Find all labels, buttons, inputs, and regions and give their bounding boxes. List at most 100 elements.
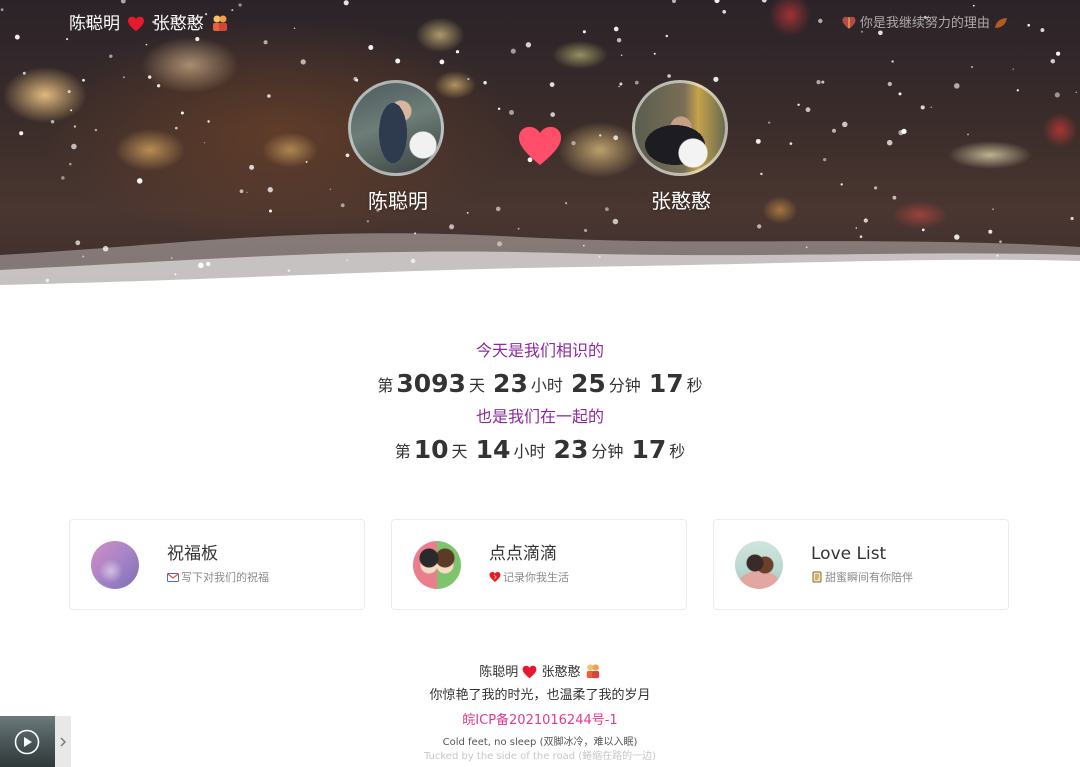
snowflake — [613, 135, 619, 141]
counter-together: 第 10 天 14 小时 23 分钟 17 秒 — [0, 432, 1080, 468]
heart-icon — [128, 16, 145, 32]
card-subtitle-text: 甜蜜瞬间有你陪伴 — [825, 571, 913, 584]
snowflake — [821, 80, 825, 84]
snowflake — [891, 60, 894, 63]
counter-minutes-unit: 分钟 — [591, 442, 624, 461]
brand-name-right: 张憨憨 — [152, 14, 204, 34]
snowflake — [345, 153, 350, 158]
tagline: 你是我继续努力的理由 — [842, 14, 1008, 34]
snowflake — [82, 78, 85, 82]
envelope-icon — [167, 573, 179, 582]
snowflake — [667, 74, 671, 78]
avatar-left[interactable] — [348, 80, 444, 176]
snowflake — [874, 186, 878, 190]
snowflake — [1054, 92, 1060, 98]
snowflake — [94, 128, 98, 132]
snowflake — [972, 4, 975, 7]
snowflake — [122, 76, 125, 79]
snowflake — [612, 218, 619, 225]
snowflake — [761, 0, 767, 3]
snowflake — [263, 40, 268, 45]
snowflake — [368, 45, 374, 50]
snowflake — [525, 42, 532, 48]
counter-hours: 14 — [475, 435, 511, 464]
card-blessing-board[interactable]: 祝福板 写下对我们的祝福 — [69, 519, 365, 610]
icp-link[interactable]: 皖ICP备2021016244号-1 — [462, 708, 617, 734]
snowflake — [238, 3, 242, 7]
lyric-line-current: Cold feet, no sleep (双脚冰冷，难以入眠) — [442, 737, 638, 748]
snowflake — [68, 162, 72, 166]
snowflake — [395, 58, 401, 64]
snowflake — [805, 107, 811, 113]
snowflake — [1056, 51, 1061, 56]
hero-name-left: 陈聪明 — [368, 189, 428, 213]
snowflake — [231, 9, 234, 12]
snowflake — [305, 160, 308, 163]
snowflake — [300, 59, 306, 65]
snowflake — [120, 0, 126, 4]
music-player — [0, 716, 71, 767]
snowflake — [180, 111, 184, 115]
card-subtitle-text: 记录你我生活 — [503, 571, 569, 584]
snowflake — [50, 120, 55, 124]
snowflake — [366, 220, 370, 223]
card-thumbnail — [413, 541, 461, 589]
counter-title-together: 也是我们在一起的 — [475, 407, 604, 426]
card-love-list[interactable]: Love List 甜蜜瞬间有你陪伴 — [713, 519, 1009, 610]
avatar-right[interactable] — [632, 80, 728, 176]
card-moments[interactable]: 点点滴滴 记录你我生活 — [391, 519, 687, 610]
footer-name-left: 陈聪明 — [479, 665, 519, 680]
snowflake — [954, 83, 960, 89]
player-expand-button[interactable] — [55, 716, 71, 767]
snowflake — [616, 37, 622, 43]
snowflake — [355, 78, 359, 82]
chevron-right-icon — [60, 737, 66, 747]
counter-prefix: 第 — [377, 376, 394, 395]
snowflake — [22, 71, 26, 75]
counter-hours-unit: 小时 — [513, 442, 546, 461]
snowflake — [109, 54, 113, 58]
snowflake — [886, 139, 893, 146]
counter-minutes: 23 — [553, 435, 589, 464]
snowflake — [672, 0, 676, 3]
snowflake — [67, 90, 71, 94]
counter-days-unit: 天 — [468, 376, 485, 395]
footer-names: 陈聪明 张憨憨 — [0, 662, 1080, 684]
snowflake — [818, 18, 823, 24]
snowflake — [722, 10, 726, 14]
snowflake — [618, 85, 620, 88]
snowflake — [713, 76, 719, 82]
counter-days: 10 — [413, 435, 449, 464]
wave-divider — [0, 233, 1080, 300]
footer: 陈聪明 张憨憨 你惊艳了我的时光，也温柔了我的岁月 皖ICP备202101624… — [0, 662, 1080, 764]
brand-title: 陈聪明 张憨憨 — [69, 12, 229, 36]
snowflake — [71, 143, 77, 150]
snowflake — [203, 142, 206, 144]
snowflake — [509, 110, 514, 115]
snowflake — [901, 128, 907, 135]
snowflake — [898, 92, 902, 96]
tagline-text: 你是我继续努力的理由 — [859, 16, 990, 31]
snowflake — [14, 34, 20, 40]
play-icon[interactable] — [14, 729, 40, 755]
footer-motto: 你惊艳了我的时光，也温柔了我的岁月 — [429, 688, 651, 703]
counter-minutes: 25 — [570, 369, 606, 398]
snowflake — [797, 103, 800, 106]
snowflake — [495, 206, 501, 212]
album-cover[interactable] — [0, 716, 55, 767]
snowflake — [665, 34, 669, 38]
snowflake — [971, 66, 973, 68]
snowflake — [920, 105, 925, 110]
snowflake — [156, 84, 161, 88]
card-title: 祝福板 — [167, 544, 218, 564]
snowflake — [823, 157, 827, 162]
snowflake — [61, 176, 65, 180]
snowflake — [620, 54, 623, 57]
snowflake — [483, 80, 487, 85]
snowflake — [510, 48, 516, 54]
snowflake — [1075, 91, 1077, 94]
counter-hours-unit: 小时 — [530, 376, 563, 395]
counter-seconds: 17 — [631, 435, 667, 464]
snowflake — [239, 189, 244, 194]
snowflake — [613, 26, 619, 32]
